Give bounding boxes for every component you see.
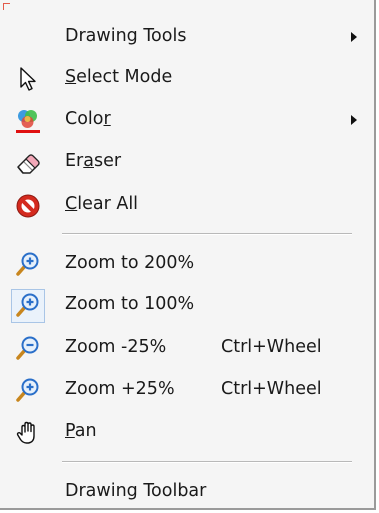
- zoom-in-icon: [14, 292, 42, 320]
- cursor-arrow-icon: [14, 65, 42, 93]
- menu-item-drawing-toolbar[interactable]: Drawing Toolbar: [3, 472, 370, 512]
- zoom-in-icon: [14, 251, 42, 279]
- menu-item-clear-all[interactable]: Clear All: [3, 185, 370, 225]
- menu-item-pan[interactable]: Pan: [3, 412, 370, 452]
- menu-item-zoom-100[interactable]: Zoom to 100%: [3, 285, 370, 325]
- menu-item-select-mode[interactable]: Select Mode: [3, 58, 370, 98]
- menu-item-label: Zoom to 100%: [65, 294, 195, 314]
- context-menu: Drawing Tools Select Mode Color Eraser C…: [0, 0, 376, 510]
- menu-item-color[interactable]: Color: [3, 100, 370, 140]
- corner-mark: [3, 3, 10, 10]
- zoom-in-icon: [14, 377, 42, 405]
- submenu-arrow-icon: [351, 115, 357, 125]
- color-palette-icon: [14, 107, 42, 135]
- menu-item-label: Clear All: [65, 194, 139, 214]
- menu-item-zoom-out-25[interactable]: Zoom -25% Ctrl+Wheel: [3, 328, 370, 368]
- menu-item-label: Color: [65, 109, 111, 129]
- pan-hand-icon: [14, 419, 42, 447]
- menu-separator: [62, 233, 352, 235]
- menu-item-drawing-tools[interactable]: Drawing Tools: [3, 17, 370, 57]
- menu-item-shortcut: Ctrl+Wheel: [221, 337, 322, 357]
- menu-item-label: Zoom -25%: [65, 337, 167, 357]
- clear-all-icon: [14, 192, 42, 220]
- menu-item-label: Select Mode: [65, 67, 173, 87]
- eraser-icon: [14, 149, 42, 177]
- menu-item-label: Eraser: [65, 151, 122, 171]
- submenu-arrow-icon: [351, 32, 357, 42]
- menu-item-label: Pan: [65, 421, 97, 441]
- menu-item-label: Drawing Tools: [65, 26, 187, 46]
- menu-item-label: Zoom to 200%: [65, 253, 195, 273]
- menu-item-shortcut: Ctrl+Wheel: [221, 379, 322, 399]
- menu-item-label: Drawing Toolbar: [65, 481, 207, 501]
- menu-separator: [62, 461, 352, 463]
- menu-item-zoom-200[interactable]: Zoom to 200%: [3, 244, 370, 284]
- menu-item-zoom-in-25[interactable]: Zoom +25% Ctrl+Wheel: [3, 370, 370, 410]
- menu-item-eraser[interactable]: Eraser: [3, 142, 370, 182]
- zoom-out-icon: [14, 335, 42, 363]
- menu-item-label: Zoom +25%: [65, 379, 175, 399]
